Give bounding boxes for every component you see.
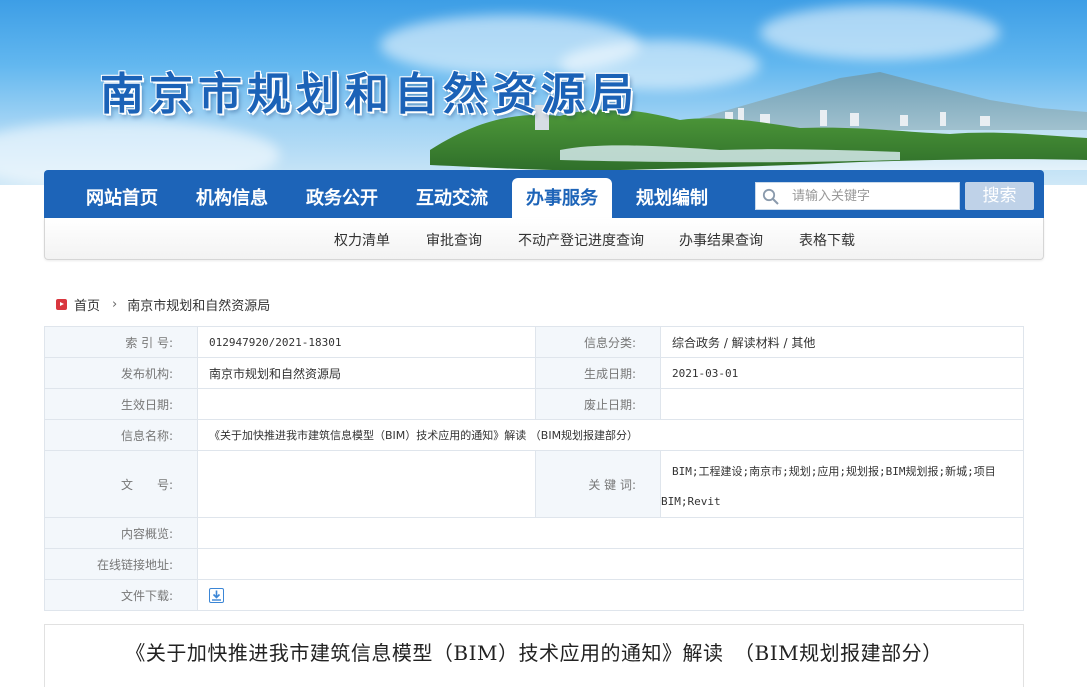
online-link-value	[197, 548, 1024, 580]
breadcrumb-current-link[interactable]: 南京市规划和自然资源局	[127, 295, 270, 314]
index-label: 索 引 号:	[44, 326, 198, 358]
document-info-table: 索 引 号: 012947920/2021-18301 信息分类: 综合政务 /…	[44, 326, 1024, 611]
expire-date-label: 废止日期:	[535, 388, 661, 420]
home-icon	[56, 299, 67, 310]
table-row: 文件下载:	[44, 579, 1024, 611]
subnav-item-approval-query[interactable]: 审批查询	[426, 230, 482, 250]
nav-item-home[interactable]: 网站首页	[74, 170, 170, 218]
download-icon[interactable]	[209, 587, 224, 603]
article-container: 《关于加快推进我市建筑信息模型（BIM）技术应用的通知》解读 （BIM规划报建部…	[44, 624, 1024, 687]
main-nav: 网站首页 机构信息 政务公开 互动交流 办事服务 规划编制 搜索	[44, 170, 1044, 218]
category-value: 综合政务 / 解读材料 / 其他	[660, 326, 1024, 358]
breadcrumb: 首页 › 南京市规划和自然资源局	[56, 295, 270, 314]
subnav-item-result-query[interactable]: 办事结果查询	[679, 230, 763, 250]
expire-date-value	[660, 388, 1024, 420]
index-value: 012947920/2021-18301	[197, 326, 536, 358]
info-name-label: 信息名称:	[44, 419, 198, 451]
subnav-item-property-registration[interactable]: 不动产登记进度查询	[518, 230, 644, 250]
table-row: 生效日期: 废止日期:	[44, 388, 1024, 420]
online-link-label: 在线链接地址:	[44, 548, 198, 580]
nav-item-organization[interactable]: 机构信息	[184, 170, 280, 218]
effective-date-value	[197, 388, 536, 420]
search-box	[755, 182, 960, 210]
sub-nav: 权力清单 审批查询 不动产登记进度查询 办事结果查询 表格下载	[44, 218, 1044, 260]
file-download-cell	[197, 579, 1024, 611]
table-row: 内容概览:	[44, 517, 1024, 549]
created-date-label: 生成日期:	[535, 357, 661, 389]
table-row: 在线链接地址:	[44, 548, 1024, 580]
nav-item-planning[interactable]: 规划编制	[624, 170, 720, 218]
document-number-value	[197, 450, 536, 518]
info-name-value: 《关于加快推进我市建筑信息模型（BIM）技术应用的通知》解读 （BIM规划报建部…	[197, 419, 1024, 451]
header-banner: 南京市规划和自然资源局	[0, 0, 1087, 185]
nav-item-services[interactable]: 办事服务	[512, 178, 612, 218]
table-row: 发布机构: 南京市规划和自然资源局 生成日期: 2021-03-01	[44, 357, 1024, 389]
breadcrumb-home-link[interactable]: 首页	[74, 295, 100, 314]
category-label: 信息分类:	[535, 326, 661, 358]
nav-item-interaction[interactable]: 互动交流	[404, 170, 500, 218]
keywords-label: 关 键 词:	[535, 450, 661, 518]
search-button[interactable]: 搜索	[965, 182, 1034, 210]
search-input[interactable]	[792, 185, 954, 207]
breadcrumb-separator: ›	[112, 297, 118, 312]
nav-item-government-affairs[interactable]: 政务公开	[294, 170, 390, 218]
document-number-label: 文 号:	[44, 450, 198, 518]
effective-date-label: 生效日期:	[44, 388, 198, 420]
subnav-item-form-download[interactable]: 表格下载	[799, 230, 855, 250]
created-date-value: 2021-03-01	[660, 357, 1024, 389]
table-row: 文 号: 关 键 词: BIM;工程建设;南京市;规划;应用;规划报;BIM规划…	[44, 450, 1024, 518]
keywords-value: BIM;工程建设;南京市;规划;应用;规划报;BIM规划报;新城;项目 BIM;…	[660, 450, 1024, 518]
publisher-label: 发布机构:	[44, 357, 198, 389]
file-download-label: 文件下载:	[44, 579, 198, 611]
keywords-line-1: BIM;工程建设;南京市;规划;应用;规划报;BIM规划报;新城;项目	[672, 465, 996, 478]
summary-label: 内容概览:	[44, 517, 198, 549]
summary-value	[197, 517, 1024, 549]
table-row: 索 引 号: 012947920/2021-18301 信息分类: 综合政务 /…	[44, 326, 1024, 358]
keywords-line-2: BIM;Revit	[661, 495, 721, 508]
search-icon	[762, 188, 780, 210]
table-row: 信息名称: 《关于加快推进我市建筑信息模型（BIM）技术应用的通知》解读 （BI…	[44, 419, 1024, 451]
publisher-value: 南京市规划和自然资源局	[197, 357, 536, 389]
site-title: 南京市规划和自然资源局	[100, 69, 639, 120]
subnav-item-power-list[interactable]: 权力清单	[334, 230, 390, 250]
article-title: 《关于加快推进我市建筑信息模型（BIM）技术应用的通知》解读 （BIM规划报建部…	[125, 641, 943, 665]
